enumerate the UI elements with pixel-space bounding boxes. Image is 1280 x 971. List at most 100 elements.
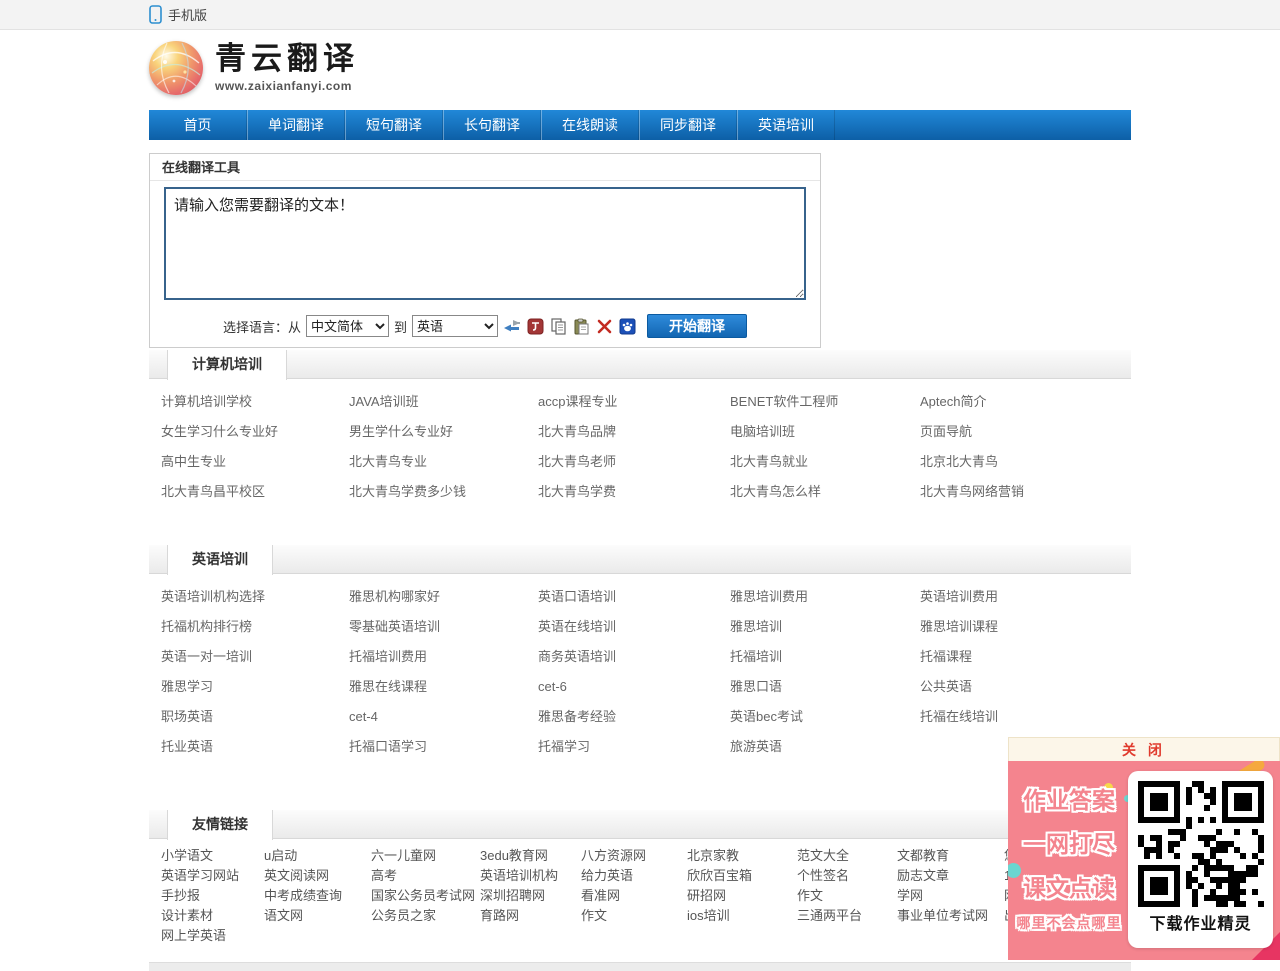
tab-english-training[interactable]: 英语培训 <box>167 545 273 575</box>
section-link[interactable]: 页面导航 <box>920 417 1119 447</box>
nav-item-4[interactable]: 在线朗读 <box>541 110 639 140</box>
friend-link[interactable]: 学网 <box>897 886 1004 906</box>
section-link[interactable]: 雅思培训 <box>730 612 920 642</box>
friend-link[interactable]: 公务员之家 <box>371 906 480 926</box>
friend-link[interactable]: 英文阅读网 <box>264 866 371 886</box>
target-language-select[interactable]: 英语 <box>412 315 498 337</box>
tab-friend-links[interactable]: 友情链接 <box>167 810 273 840</box>
section-link[interactable]: 北京北大青鸟 <box>920 447 1119 477</box>
section-link[interactable]: 北大青鸟网络营销 <box>920 477 1119 507</box>
baidu-paw-icon[interactable] <box>618 317 636 335</box>
translation-input[interactable]: 请输入您需要翻译的文本！ <box>164 187 806 300</box>
section-link[interactable]: 托福课程 <box>920 642 1119 672</box>
section-link[interactable]: 女生学习什么专业好 <box>161 417 349 447</box>
friend-link[interactable]: 事业单位考试网 <box>897 906 1004 926</box>
nav-item-2[interactable]: 短句翻译 <box>345 110 443 140</box>
friend-link[interactable]: 作文 <box>581 906 687 926</box>
section-link[interactable]: 英语bec考试 <box>730 702 920 732</box>
section-link[interactable]: 电脑培训班 <box>730 417 920 447</box>
friend-link[interactable]: 设计素材 <box>161 906 264 926</box>
section-link[interactable]: 英语在线培训 <box>538 612 730 642</box>
section-link[interactable]: 英语一对一培训 <box>161 642 349 672</box>
friend-link[interactable]: 三通两平台 <box>797 906 897 926</box>
section-link[interactable]: 雅思备考经验 <box>538 702 730 732</box>
nav-item-0[interactable]: 首页 <box>149 110 247 140</box>
copy-icon[interactable] <box>549 317 567 335</box>
section-link[interactable]: 雅思培训费用 <box>730 582 920 612</box>
friend-link[interactable]: 中考成绩查询 <box>264 886 371 906</box>
friend-link[interactable]: 六一儿童网 <box>371 846 480 866</box>
section-link[interactable]: 北大青鸟老师 <box>538 447 730 477</box>
section-link[interactable]: cet-4 <box>349 702 538 732</box>
section-link[interactable]: accp课程专业 <box>538 387 730 417</box>
friend-link[interactable]: u启动 <box>264 846 371 866</box>
section-link[interactable]: 托福口语学习 <box>349 732 538 762</box>
section-link[interactable]: 职场英语 <box>161 702 349 732</box>
section-link[interactable]: 北大青鸟昌平校区 <box>161 477 349 507</box>
friend-link[interactable]: ios培训 <box>687 906 797 926</box>
friend-link[interactable]: 国家公务员考试网 <box>371 886 480 906</box>
popup-close-button[interactable]: 关 闭 <box>1122 742 1166 758</box>
friend-link[interactable]: 英语培训机构 <box>480 866 581 886</box>
section-link[interactable]: 公共英语 <box>920 672 1119 702</box>
section-link[interactable]: 托福培训费用 <box>349 642 538 672</box>
site-logo-icon[interactable] <box>149 41 203 95</box>
friend-link[interactable]: 范文大全 <box>797 846 897 866</box>
section-link[interactable]: 托福学习 <box>538 732 730 762</box>
friend-link[interactable]: 手抄报 <box>161 886 264 906</box>
friend-link[interactable]: 作文 <box>797 886 897 906</box>
nav-item-6[interactable]: 英语培训 <box>737 110 835 140</box>
section-link[interactable]: 计算机培训学校 <box>161 387 349 417</box>
section-link[interactable]: 北大青鸟就业 <box>730 447 920 477</box>
friend-link[interactable]: 欣欣百宝箱 <box>687 866 797 886</box>
section-link[interactable]: 雅思培训课程 <box>920 612 1119 642</box>
clear-icon[interactable] <box>595 317 613 335</box>
section-link[interactable]: 托福在线培训 <box>920 702 1119 732</box>
section-link[interactable]: JAVA培训班 <box>349 387 538 417</box>
friend-link[interactable]: 网上学英语 <box>161 926 264 946</box>
friend-link[interactable]: 给力英语 <box>581 866 687 886</box>
section-link[interactable]: 雅思学习 <box>161 672 349 702</box>
section-link[interactable]: cet-6 <box>538 672 730 702</box>
section-link[interactable]: 北大青鸟学费多少钱 <box>349 477 538 507</box>
friend-link[interactable]: 个性签名 <box>797 866 897 886</box>
section-link[interactable]: 英语口语培训 <box>538 582 730 612</box>
friend-link[interactable]: 深圳招聘网 <box>480 886 581 906</box>
section-link[interactable]: Aptech简介 <box>920 387 1119 417</box>
nav-item-5[interactable]: 同步翻译 <box>639 110 737 140</box>
mobile-version-link[interactable]: 手机版 <box>168 5 207 24</box>
friend-link[interactable]: 励志文章 <box>897 866 1004 886</box>
nav-item-3[interactable]: 长句翻译 <box>443 110 541 140</box>
section-link[interactable]: 北大青鸟学费 <box>538 477 730 507</box>
section-link[interactable]: 北大青鸟品牌 <box>538 417 730 447</box>
friend-link[interactable]: 3edu教育网 <box>480 846 581 866</box>
section-link[interactable]: 旅游英语 <box>730 732 920 762</box>
friend-link[interactable]: 北京家教 <box>687 846 797 866</box>
section-link[interactable]: 零基础英语培训 <box>349 612 538 642</box>
tab-computer-training[interactable]: 计算机培训 <box>167 350 287 380</box>
section-link[interactable]: BENET软件工程师 <box>730 387 920 417</box>
friend-link[interactable]: 研招网 <box>687 886 797 906</box>
section-link[interactable]: 雅思在线课程 <box>349 672 538 702</box>
friend-link[interactable]: 育路网 <box>480 906 581 926</box>
section-link[interactable]: 雅思口语 <box>730 672 920 702</box>
section-link[interactable]: 英语培训机构选择 <box>161 582 349 612</box>
friend-link[interactable]: 看准网 <box>581 886 687 906</box>
popup-body[interactable]: 作业答案 一网打尽 课文点读 哪里不会点哪里 下载作业精灵 <box>1008 761 1280 960</box>
friend-link[interactable]: 文都教育 <box>897 846 1004 866</box>
section-link[interactable]: 商务英语培训 <box>538 642 730 672</box>
friend-link[interactable]: 小学语文 <box>161 846 264 866</box>
friend-link[interactable]: 高考 <box>371 866 480 886</box>
translate-button[interactable]: 开始翻译 <box>647 314 747 338</box>
section-link[interactable]: 托福机构排行榜 <box>161 612 349 642</box>
friend-link[interactable]: 八方资源网 <box>581 846 687 866</box>
friend-link[interactable]: 语文网 <box>264 906 371 926</box>
section-link[interactable]: 英语培训费用 <box>920 582 1119 612</box>
source-language-select[interactable]: 中文简体 <box>306 315 389 337</box>
section-link[interactable]: 北大青鸟专业 <box>349 447 538 477</box>
section-link[interactable]: 托业英语 <box>161 732 349 762</box>
dictionary-icon[interactable] <box>526 317 544 335</box>
section-link[interactable]: 托福培训 <box>730 642 920 672</box>
section-link[interactable]: 男生学什么专业好 <box>349 417 538 447</box>
nav-item-1[interactable]: 单词翻译 <box>247 110 345 140</box>
